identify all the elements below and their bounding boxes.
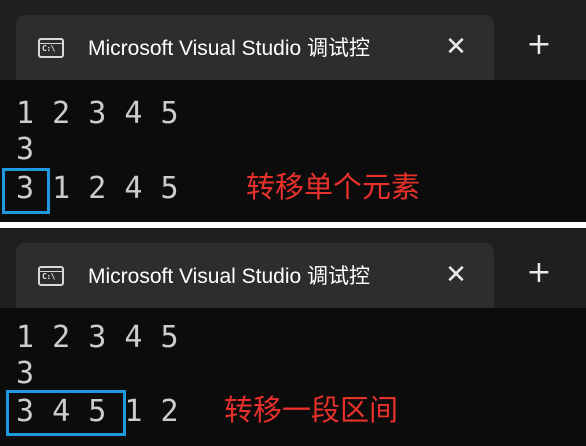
console-line: 3 bbox=[16, 132, 35, 167]
console-line: 3 bbox=[16, 356, 35, 391]
highlight-box bbox=[2, 168, 50, 214]
tab-bar: C:\ Microsoft Visual Studio 调试控 ✕ + bbox=[0, 0, 586, 80]
console-output: 1 2 3 4 5 3 3 4 5 1 2 转移一段区间 bbox=[0, 308, 586, 446]
tab-title: Microsoft Visual Studio 调试控 bbox=[88, 265, 371, 288]
new-tab-button[interactable]: + bbox=[522, 258, 556, 292]
cmd-icon-label: C:\ bbox=[42, 272, 55, 281]
terminal-tab[interactable]: C:\ Microsoft Visual Studio 调试控 ✕ bbox=[16, 15, 494, 80]
highlight-box bbox=[6, 390, 126, 436]
console-line: 1 2 3 4 5 bbox=[16, 96, 179, 131]
console-line: 1 2 3 4 5 bbox=[16, 320, 179, 355]
cmd-icon: C:\ bbox=[38, 38, 64, 58]
terminal-window-1: C:\ Microsoft Visual Studio 调试控 ✕ + 1 2 … bbox=[0, 0, 586, 222]
console-output: 1 2 3 4 5 3 3 1 2 4 5 转移单个元素 bbox=[0, 80, 586, 222]
close-icon[interactable]: ✕ bbox=[442, 33, 470, 61]
cmd-icon: C:\ bbox=[38, 266, 64, 286]
new-tab-button[interactable]: + bbox=[522, 30, 556, 64]
tab-title: Microsoft Visual Studio 调试控 bbox=[88, 37, 371, 60]
tab-bar: C:\ Microsoft Visual Studio 调试控 ✕ + bbox=[0, 228, 586, 308]
terminal-window-2: C:\ Microsoft Visual Studio 调试控 ✕ + 1 2 … bbox=[0, 228, 586, 446]
close-icon[interactable]: ✕ bbox=[442, 261, 470, 289]
terminal-tab[interactable]: C:\ Microsoft Visual Studio 调试控 ✕ bbox=[16, 243, 494, 308]
annotation-label: 转移单个元素 bbox=[246, 170, 421, 204]
cmd-icon-label: C:\ bbox=[42, 44, 55, 53]
annotation-label: 转移一段区间 bbox=[224, 393, 399, 427]
